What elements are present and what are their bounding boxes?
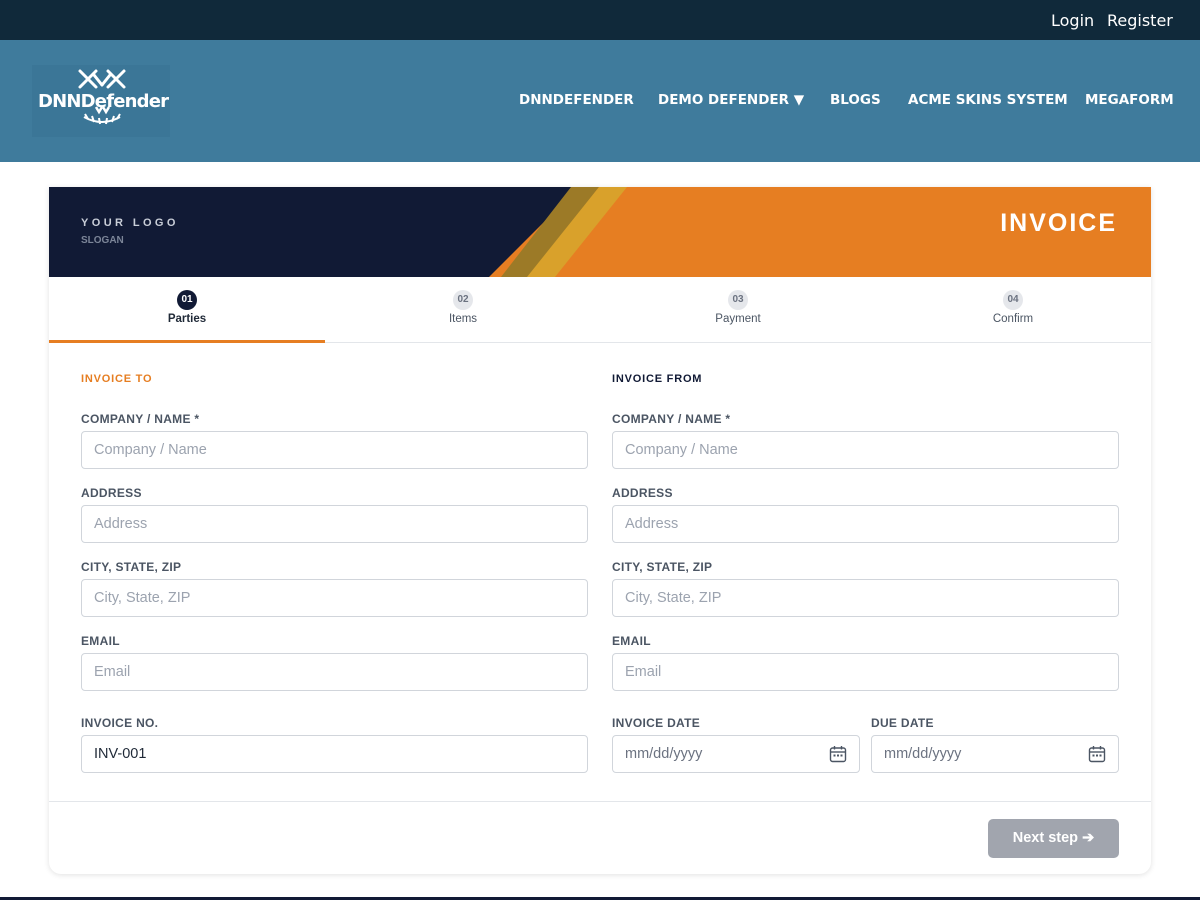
invoice-date-input[interactable]: mm/dd/yyyy: [612, 735, 860, 773]
step-tab-items[interactable]: 02 Items: [325, 277, 601, 342]
nav-item-demo-defender[interactable]: DEMO DEFENDER ▼: [658, 92, 804, 108]
step-label: Parties: [167, 313, 207, 325]
step-number: 03: [728, 290, 748, 310]
to-email-label: EMAIL: [81, 634, 120, 648]
invoice-date-label: INVOICE DATE: [612, 716, 701, 730]
from-company-input[interactable]: [612, 431, 1119, 469]
from-email-input[interactable]: [612, 653, 1119, 691]
step-tab-parties[interactable]: 01 Parties: [49, 277, 325, 343]
to-company-input[interactable]: [81, 431, 588, 469]
from-city-input[interactable]: [612, 579, 1119, 617]
due-date-label: DUE DATE: [871, 716, 934, 730]
to-city-input[interactable]: [81, 579, 588, 617]
from-city-label: CITY, STATE, ZIP: [612, 560, 713, 574]
next-step-button[interactable]: Next step ➔: [988, 819, 1119, 858]
calendar-icon[interactable]: [1088, 745, 1106, 763]
banner-background: [49, 187, 1151, 277]
slogan-text: SLOGAN: [81, 235, 124, 246]
step-label: Confirm: [992, 313, 1034, 325]
invoice-date-value: mm/dd/yyyy: [625, 746, 703, 762]
nav-item-blogs[interactable]: BLOGS: [830, 92, 881, 108]
due-date-value: mm/dd/yyyy: [884, 746, 962, 762]
to-email-input[interactable]: [81, 653, 588, 691]
step-label: Items: [448, 313, 478, 325]
to-city-label: CITY, STATE, ZIP: [81, 560, 182, 574]
invoice-banner: YOUR LOGO SLOGAN INVOICE: [49, 187, 1151, 277]
footer-divider: [49, 801, 1151, 802]
to-company-label: COMPANY / NAME *: [81, 412, 200, 426]
nav-item-megaform[interactable]: MEGAFORM: [1085, 92, 1174, 108]
step-number: 01: [177, 290, 197, 310]
logo-text: DNNDefender: [38, 91, 169, 112]
to-address-input[interactable]: [81, 505, 588, 543]
nav-item-dnndefender[interactable]: DNNDEFENDER: [519, 92, 634, 108]
invoice-title: INVOICE: [1000, 209, 1117, 237]
step-number: 04: [1003, 290, 1023, 310]
invoice-no-label: INVOICE NO.: [81, 716, 159, 730]
to-address-label: ADDRESS: [81, 486, 142, 500]
main-navbar: DNNDefender DNNDEFENDER DEMO DEFENDER ▼ …: [0, 40, 1200, 162]
step-tab-confirm[interactable]: 04 Confirm: [875, 277, 1151, 342]
step-label: Payment: [715, 313, 761, 325]
calendar-icon[interactable]: [829, 745, 847, 763]
invoice-no-input[interactable]: [81, 735, 588, 773]
site-logo[interactable]: DNNDefender: [32, 65, 170, 137]
login-link[interactable]: Login: [1051, 11, 1094, 30]
from-email-label: EMAIL: [612, 634, 651, 648]
from-address-label: ADDRESS: [612, 486, 673, 500]
invoice-card: YOUR LOGO SLOGAN INVOICE 01 Parties 02 I…: [49, 187, 1151, 874]
invoice-to-heading: INVOICE TO: [81, 373, 153, 385]
top-bar: Login Register: [0, 0, 1200, 40]
register-link[interactable]: Register: [1107, 11, 1173, 30]
from-company-label: COMPANY / NAME *: [612, 412, 731, 426]
invoice-from-heading: INVOICE FROM: [612, 373, 703, 385]
step-tab-payment[interactable]: 03 Payment: [600, 277, 876, 342]
step-number: 02: [453, 290, 473, 310]
nav-item-acme-skins-system[interactable]: ACME SKINS SYSTEM: [908, 92, 1068, 108]
step-tabs: 01 Parties 02 Items 03 Payment 04 Confir…: [49, 277, 1151, 343]
your-logo-text: YOUR LOGO: [81, 217, 179, 229]
from-address-input[interactable]: [612, 505, 1119, 543]
due-date-input[interactable]: mm/dd/yyyy: [871, 735, 1119, 773]
